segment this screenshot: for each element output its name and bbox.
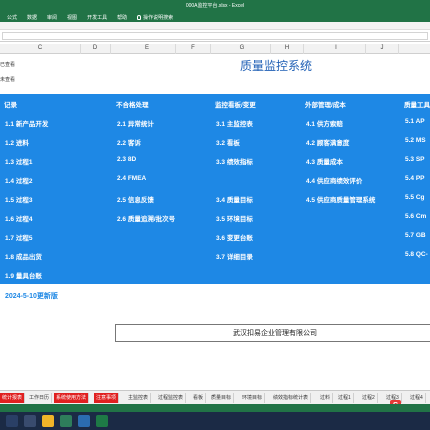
tab-view[interactable]: 视图 — [62, 14, 82, 21]
header-quality-tools: 质量工具 — [404, 102, 430, 109]
taskbar — [0, 412, 430, 430]
status-bar — [0, 404, 430, 412]
browser-icon[interactable] — [60, 415, 72, 427]
update-note: 2024-5-10更新版 — [5, 293, 58, 300]
link-tool-5[interactable]: 5.5 Cg — [405, 194, 425, 201]
link-main-monitor[interactable]: 3.1 主监控表 — [216, 118, 253, 128]
sheet-tab-quality-goals[interactable]: 质量目标 — [209, 393, 235, 403]
start-icon[interactable] — [6, 415, 18, 427]
tab-formulas[interactable]: 公式 — [2, 14, 22, 21]
sheet-tabs: 统计报表 工作日历 系统使用方法 注意事项 主监控表 过程监控表 看板 质量目标… — [0, 390, 430, 404]
lightbulb-icon — [137, 15, 142, 20]
column-headers: C D E F G H I J — [0, 44, 430, 54]
link-feedback[interactable]: 2.5 信息反馈 — [117, 194, 154, 204]
link-8d[interactable]: 2.3 8D — [117, 156, 136, 163]
link-change-ledger[interactable]: 3.6 变更台账 — [216, 232, 253, 242]
sheet-tab-dashboard[interactable]: 看板 — [191, 393, 207, 403]
link-tool-6[interactable]: 5.6 Cm — [405, 213, 426, 220]
link-incoming[interactable]: 1.2 进料 — [5, 137, 29, 147]
formula-input[interactable] — [2, 32, 428, 40]
link-fmea[interactable]: 2.4 FMEA — [117, 175, 146, 182]
link-quality-cost[interactable]: 4.3 质量成本 — [306, 156, 343, 166]
tab-data[interactable]: 数据 — [22, 14, 42, 21]
company-name: 武汉扣易企业管理有限公司 — [115, 324, 430, 342]
formula-bar — [0, 30, 430, 42]
link-finished-shipment[interactable]: 1.8 成品出货 — [5, 251, 42, 261]
app-icon[interactable] — [78, 415, 90, 427]
link-tool-7[interactable]: 5.7 GB — [405, 232, 426, 239]
tab-review[interactable]: 审阅 — [42, 14, 62, 21]
link-exception-stats[interactable]: 2.1 异常统计 — [117, 118, 154, 128]
sheet-tab-process1[interactable]: 过程1 — [336, 393, 354, 403]
ribbon: 000A监控平台.xlsx - Excel 公式 数据 审阅 视图 开发工具 帮… — [0, 0, 430, 22]
sheet-tab-usage[interactable]: 系统使用方法 — [54, 393, 90, 403]
search-icon[interactable] — [24, 415, 36, 427]
col-header-j[interactable]: J — [381, 45, 384, 51]
ribbon-toolband — [0, 22, 430, 30]
link-tool-2[interactable]: 5.2 MS — [405, 137, 426, 144]
sheet-tab-process4[interactable]: 过程4 — [408, 393, 426, 403]
tab-help[interactable]: 帮助 — [112, 14, 132, 21]
col-header-g[interactable]: G — [240, 45, 245, 51]
link-tool-1[interactable]: 5.1 AP — [405, 118, 425, 125]
file-explorer-icon[interactable] — [42, 415, 54, 427]
col-header-f[interactable]: F — [191, 45, 195, 51]
sheet-tab-stats[interactable]: 统计报表 — [0, 393, 26, 403]
sheet-tab-material[interactable]: 过料 — [318, 393, 334, 403]
header-nonconformance: 不合格处理 — [116, 102, 149, 109]
link-supplier-claims[interactable]: 4.1 供方索赔 — [306, 118, 343, 128]
link-kpi[interactable]: 3.3 绩效指标 — [216, 156, 253, 166]
excel-icon[interactable] — [96, 415, 108, 427]
link-supplier-evaluation[interactable]: 4.4 供应商绩效评价 — [306, 175, 362, 185]
link-traceability[interactable]: 2.6 质量追溯/批次号 — [117, 213, 175, 223]
tell-me-label: 操作说明搜索 — [143, 15, 174, 21]
col-header-d[interactable]: D — [93, 45, 97, 51]
sheet-tab-notes[interactable]: 注意事项 — [94, 393, 120, 403]
window-title: 000A监控平台.xlsx - Excel — [185, 3, 245, 9]
link-tool-4[interactable]: 5.4 PP — [405, 175, 425, 182]
link-process1[interactable]: 1.3 过程1 — [5, 156, 32, 166]
nav-panel: 记录 不合格处理 监控看板/变更 外部管理/成本 质量工具 1.1 新产品开发 … — [0, 94, 430, 284]
link-quality-goals[interactable]: 3.4 质量目标 — [216, 194, 253, 204]
link-new-product[interactable]: 1.1 新产品开发 — [5, 118, 48, 128]
col-header-i[interactable]: I — [335, 45, 337, 51]
header-monitoring: 监控看板/变更 — [215, 102, 256, 109]
link-customer-satisfaction[interactable]: 4.2 顾客满意度 — [306, 137, 349, 147]
col-header-c[interactable]: C — [38, 45, 42, 51]
ribbon-tabs: 公式 数据 审阅 视图 开发工具 帮助 操作说明搜索 — [2, 14, 178, 21]
sheet-tab-calendar[interactable]: 工作日历 — [27, 393, 53, 403]
col-header-e[interactable]: E — [145, 45, 149, 51]
sheet-tab-process-monitor[interactable]: 过程监控表 — [156, 393, 187, 403]
link-tool-8[interactable]: 5.8 QC- — [405, 251, 428, 258]
tab-developer[interactable]: 开发工具 — [82, 14, 112, 21]
page-title: 质量监控系统 — [240, 59, 313, 73]
link-dashboard[interactable]: 3.2 看板 — [216, 137, 240, 147]
sheet-tab-env-goals[interactable]: 环境目标 — [240, 393, 266, 403]
link-process4[interactable]: 1.6 过程4 — [5, 213, 32, 223]
link-detailed-index[interactable]: 3.7 详细目录 — [216, 251, 253, 261]
link-tool-3[interactable]: 5.3 SP — [405, 156, 425, 163]
link-gauge-ledger[interactable]: 1.9 量具台账 — [5, 270, 42, 280]
col-header-h[interactable]: H — [285, 45, 289, 51]
sheet-tab-main-monitor[interactable]: 主监控表 — [126, 393, 152, 403]
sheet-tab-kpi-stats[interactable]: 绩效指标统计表 — [271, 393, 312, 403]
link-env-goals[interactable]: 3.5 环境目标 — [216, 213, 253, 223]
link-supplier-qms[interactable]: 4.5 供应商质量管理系统 — [306, 194, 375, 204]
sheet-tab-process2[interactable]: 过程2 — [360, 393, 378, 403]
link-process5[interactable]: 1.7 过程5 — [5, 232, 32, 242]
link-process2[interactable]: 1.4 过程2 — [5, 175, 32, 185]
link-complaints[interactable]: 2.2 客诉 — [117, 137, 141, 147]
header-external-cost: 外部管理/成本 — [305, 102, 346, 109]
header-records: 记录 — [4, 102, 17, 109]
tell-me-search[interactable]: 操作说明搜索 — [132, 14, 178, 21]
link-process3[interactable]: 1.5 过程3 — [5, 194, 32, 204]
status-checked: 已查看 — [0, 62, 16, 68]
worksheet: 已查看 未查看 质量监控系统 记录 不合格处理 监控看板/变更 外部管理/成本 … — [0, 54, 430, 390]
status-unchecked: 未查看 — [0, 77, 16, 83]
